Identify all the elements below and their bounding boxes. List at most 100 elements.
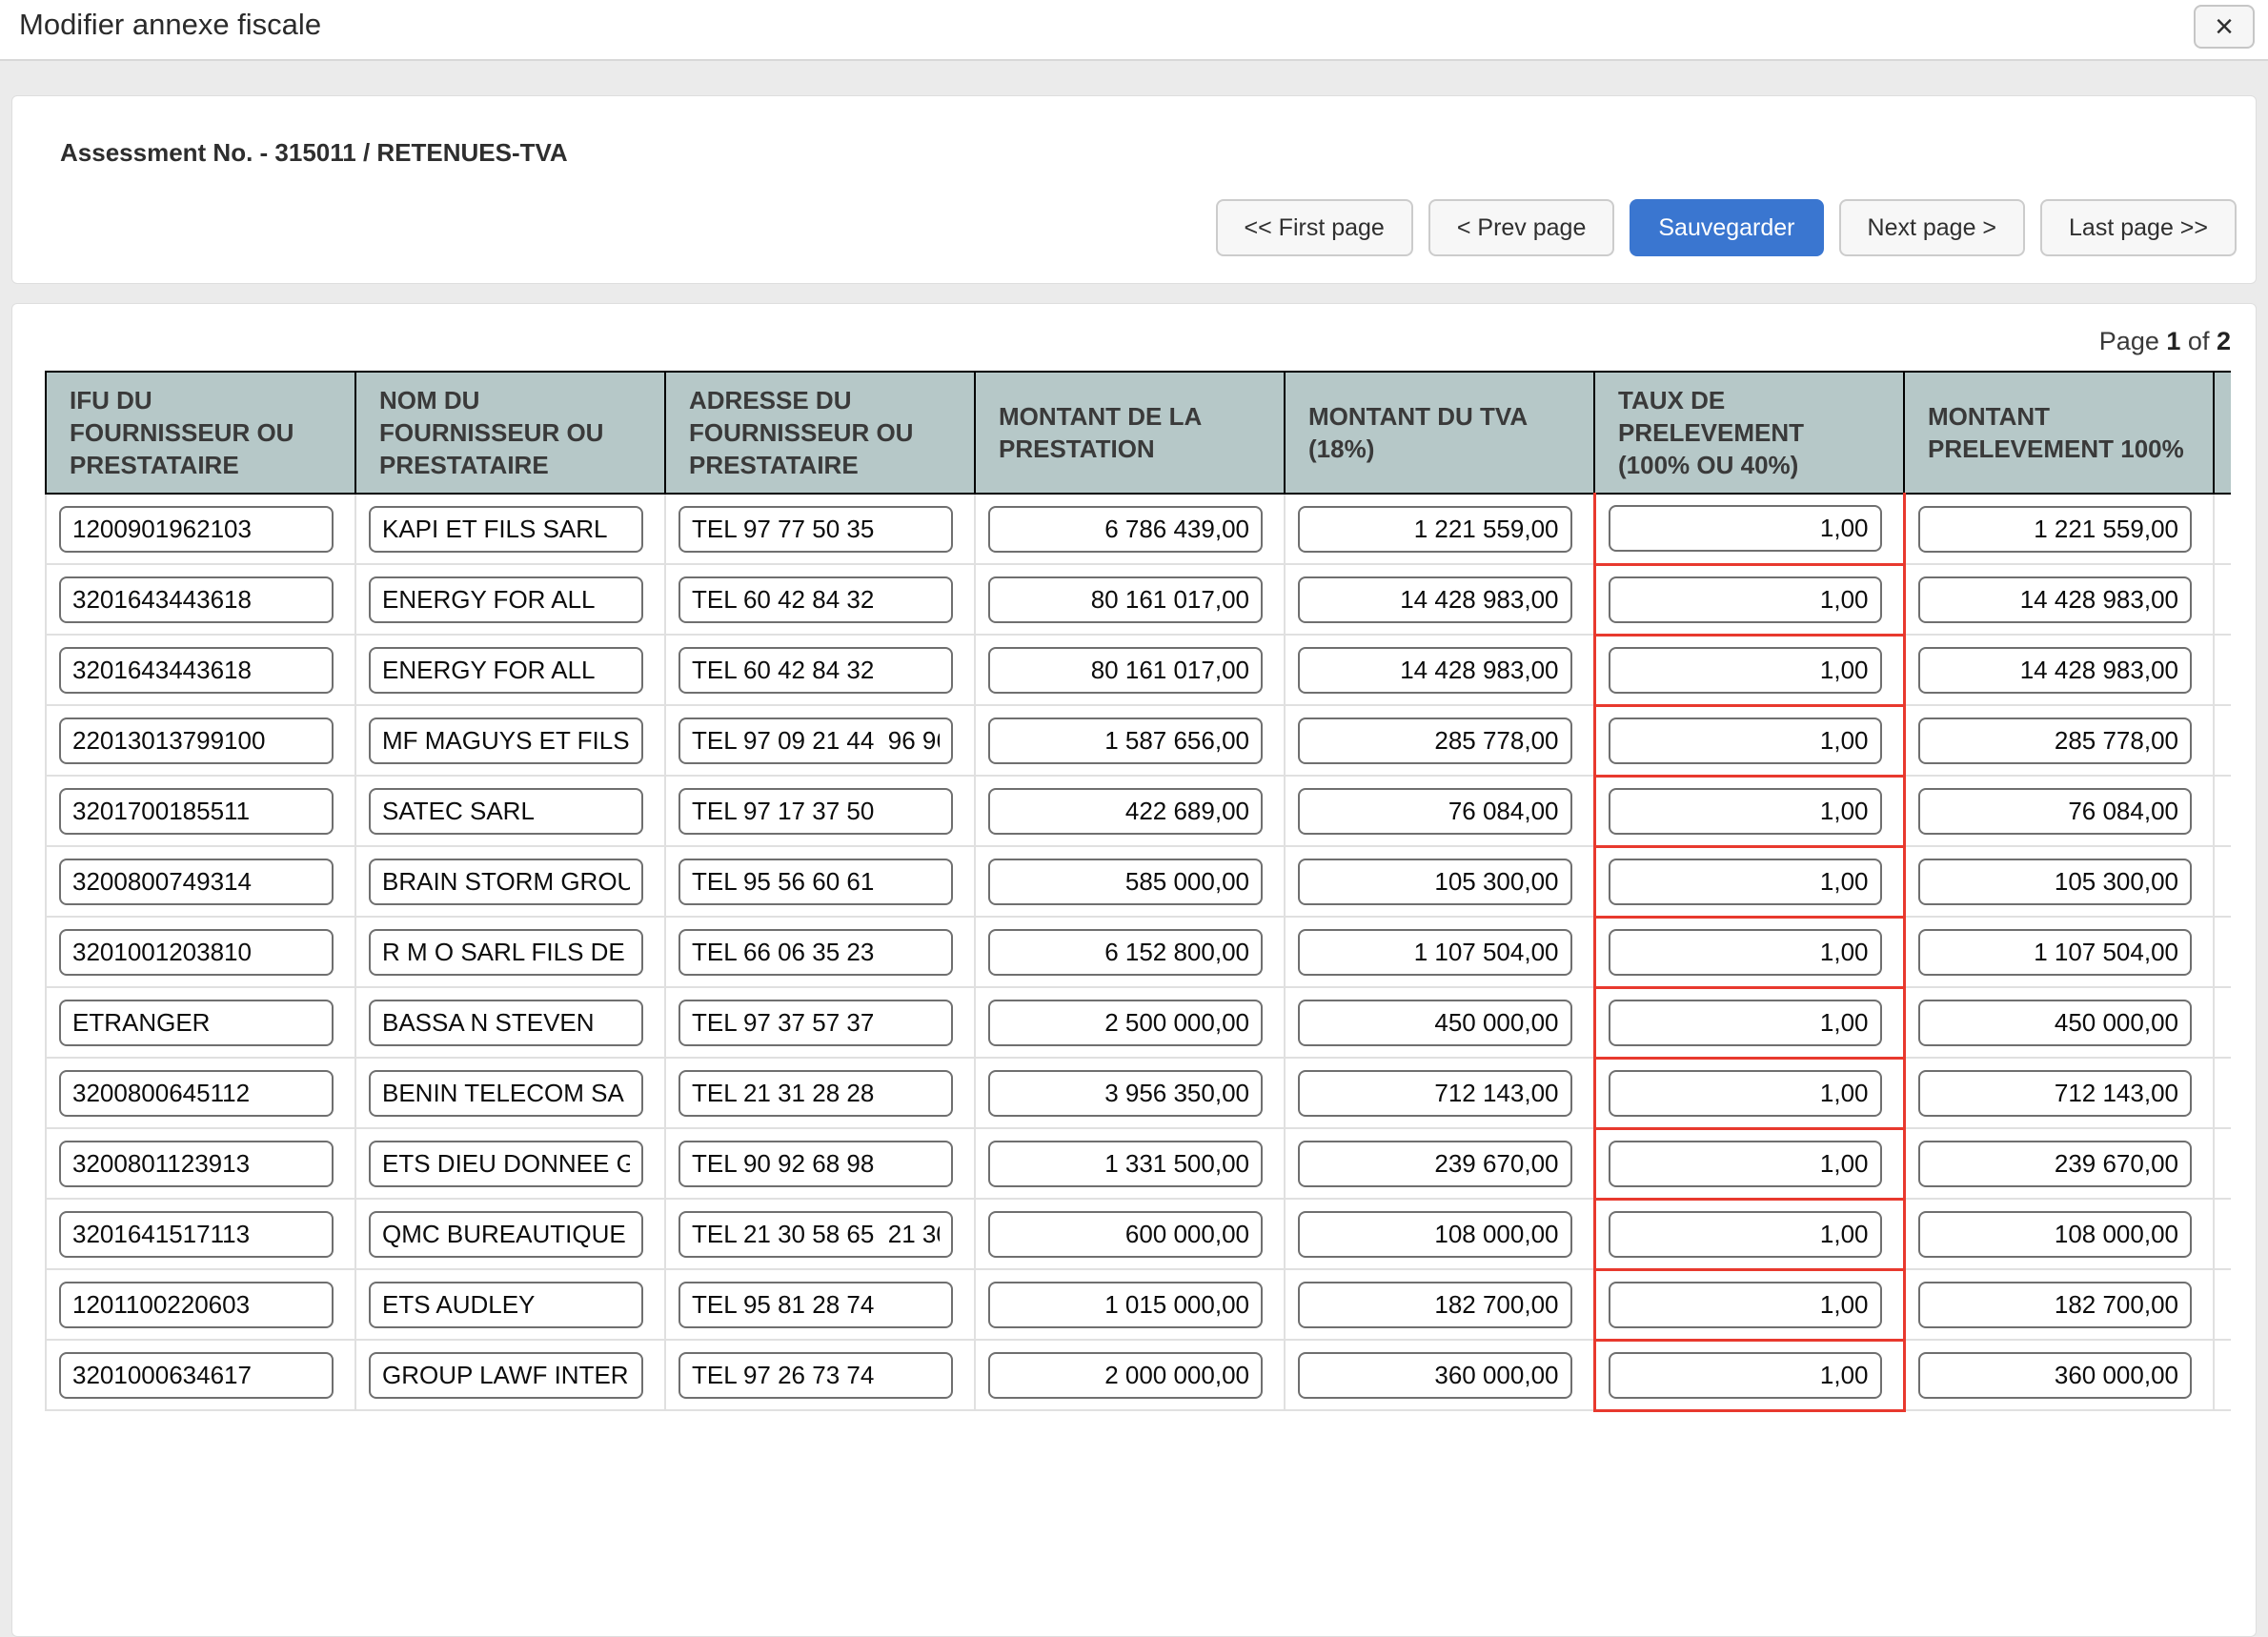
last-page-button[interactable]: Last page >> xyxy=(2040,199,2237,256)
ifu-input[interactable] xyxy=(59,647,334,694)
prelevement-input[interactable] xyxy=(1918,576,2193,623)
tva-input[interactable] xyxy=(1298,1282,1572,1328)
nom-input[interactable] xyxy=(369,1352,643,1399)
prelevement-input[interactable] xyxy=(1918,1070,2193,1117)
prestation-input[interactable] xyxy=(988,1211,1263,1258)
taux-input[interactable] xyxy=(1609,1070,1882,1117)
adresse-input[interactable] xyxy=(678,1070,953,1117)
prestation-input[interactable] xyxy=(988,1000,1263,1046)
taux-input[interactable] xyxy=(1609,859,1882,905)
adresse-input[interactable] xyxy=(678,1282,953,1328)
taux-input[interactable] xyxy=(1609,1282,1882,1328)
ifu-input[interactable] xyxy=(59,859,334,905)
prelevement-input[interactable] xyxy=(1918,929,2193,976)
tva-input[interactable] xyxy=(1298,647,1572,694)
prelevement-input[interactable] xyxy=(1918,859,2193,905)
prestation-input[interactable] xyxy=(988,717,1263,764)
prelevement-input[interactable] xyxy=(1918,1352,2193,1399)
prestation-input[interactable] xyxy=(988,1141,1263,1187)
prestation-input[interactable] xyxy=(988,1070,1263,1117)
prestation-input[interactable] xyxy=(988,506,1263,553)
nom-input[interactable] xyxy=(369,1000,643,1046)
nom-input[interactable] xyxy=(369,647,643,694)
adresse-input[interactable] xyxy=(678,1141,953,1187)
first-page-button[interactable]: << First page xyxy=(1216,199,1413,256)
nom-input[interactable] xyxy=(369,576,643,623)
prestation-input[interactable] xyxy=(988,859,1263,905)
taux-input[interactable] xyxy=(1609,1000,1882,1046)
taux-input[interactable] xyxy=(1609,1352,1882,1399)
ifu-input[interactable] xyxy=(59,1000,334,1046)
adresse-input[interactable] xyxy=(678,929,953,976)
prestation-input[interactable] xyxy=(988,1352,1263,1399)
nom-input[interactable] xyxy=(369,506,643,553)
ifu-input[interactable] xyxy=(59,1211,334,1258)
tva-input[interactable] xyxy=(1298,859,1572,905)
prelevement-input[interactable] xyxy=(1918,506,2193,553)
tva-input[interactable] xyxy=(1298,506,1572,553)
ifu-input[interactable] xyxy=(59,1352,334,1399)
tva-input[interactable] xyxy=(1298,1141,1572,1187)
save-button[interactable]: Sauvegarder xyxy=(1630,199,1823,256)
ifu-input[interactable] xyxy=(59,929,334,976)
nom-input[interactable] xyxy=(369,929,643,976)
nom-input[interactable] xyxy=(369,717,643,764)
nom-input[interactable] xyxy=(369,1141,643,1187)
adresse-input[interactable] xyxy=(678,788,953,835)
prelevement-input[interactable] xyxy=(1918,1282,2193,1328)
taux-input[interactable] xyxy=(1609,505,1882,552)
nom-input[interactable] xyxy=(369,788,643,835)
tva-input[interactable] xyxy=(1298,576,1572,623)
ifu-input[interactable] xyxy=(59,717,334,764)
next-page-button[interactable]: Next page > xyxy=(1839,199,2026,256)
prelevement-input[interactable] xyxy=(1918,788,2193,835)
prestation-input[interactable] xyxy=(988,647,1263,694)
prelevement-input[interactable] xyxy=(1918,1141,2193,1187)
tva-input[interactable] xyxy=(1298,1211,1572,1258)
ifu-input[interactable] xyxy=(59,1141,334,1187)
adresse-input[interactable] xyxy=(678,1000,953,1046)
tva-input[interactable] xyxy=(1298,717,1572,764)
prev-page-button[interactable]: < Prev page xyxy=(1428,199,1615,256)
tva-input[interactable] xyxy=(1298,1070,1572,1117)
ifu-input[interactable] xyxy=(59,576,334,623)
adresse-input[interactable] xyxy=(678,1352,953,1399)
prelevement-input[interactable] xyxy=(1918,647,2193,694)
adresse-input[interactable] xyxy=(678,576,953,623)
taux-input[interactable] xyxy=(1609,1211,1882,1258)
prelevement-input[interactable] xyxy=(1918,717,2193,764)
prestation-input[interactable] xyxy=(988,576,1263,623)
prestation-input[interactable] xyxy=(988,929,1263,976)
tva-input[interactable] xyxy=(1298,1352,1572,1399)
ifu-cell xyxy=(46,917,355,987)
ifu-input[interactable] xyxy=(59,1282,334,1328)
adresse-input[interactable] xyxy=(678,506,953,553)
table-scroll-area[interactable]: IFU DU FOURNISSEUR OU PRESTATAIRENOM DU … xyxy=(45,371,2231,1412)
nom-input[interactable] xyxy=(369,859,643,905)
close-button[interactable]: × xyxy=(2194,5,2255,49)
prestation-input[interactable] xyxy=(988,788,1263,835)
taux-input[interactable] xyxy=(1609,929,1882,976)
taux-input[interactable] xyxy=(1609,576,1882,623)
prestation-input[interactable] xyxy=(988,1282,1263,1328)
nom-input[interactable] xyxy=(369,1070,643,1117)
adresse-input[interactable] xyxy=(678,647,953,694)
nom-input[interactable] xyxy=(369,1211,643,1258)
tva-input[interactable] xyxy=(1298,788,1572,835)
ifu-input[interactable] xyxy=(59,788,334,835)
nom-input[interactable] xyxy=(369,1282,643,1328)
taux-input[interactable] xyxy=(1609,717,1882,764)
prelevement-input[interactable] xyxy=(1918,1211,2193,1258)
adresse-input[interactable] xyxy=(678,717,953,764)
adresse-input[interactable] xyxy=(678,859,953,905)
taux-input[interactable] xyxy=(1609,1141,1882,1187)
taux-cell xyxy=(1594,1269,1904,1340)
tva-input[interactable] xyxy=(1298,929,1572,976)
taux-input[interactable] xyxy=(1609,788,1882,835)
tva-input[interactable] xyxy=(1298,1000,1572,1046)
prelevement-input[interactable] xyxy=(1918,1000,2193,1046)
taux-input[interactable] xyxy=(1609,647,1882,694)
ifu-input[interactable] xyxy=(59,1070,334,1117)
ifu-input[interactable] xyxy=(59,506,334,553)
adresse-input[interactable] xyxy=(678,1211,953,1258)
